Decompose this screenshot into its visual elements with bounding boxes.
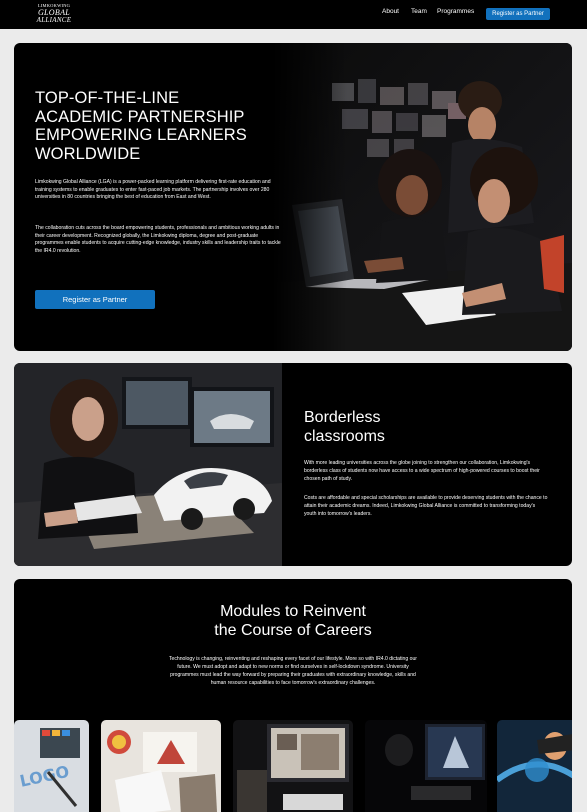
borderless-classrooms-section: Borderless classrooms With more leading … xyxy=(14,363,572,566)
modules-title-line: Modules to Reinvent xyxy=(220,603,366,620)
hero-paragraph-collaboration: The collaboration cuts across the board … xyxy=(35,225,281,254)
top-navbar: LIMKOKWING GLOBAL ALLIANCE About Team Pr… xyxy=(0,0,587,29)
nav-link-programmes[interactable]: Programmes xyxy=(437,8,474,15)
register-partner-button[interactable]: Register as Partner xyxy=(35,290,155,309)
module-thumb-logo-design[interactable]: LOGO xyxy=(14,720,89,812)
nav-link-about[interactable]: About xyxy=(382,8,399,15)
modules-title-line: the Course of Careers xyxy=(214,622,372,640)
module-thumb-color-sketch[interactable] xyxy=(101,720,221,812)
hero-paragraph-intro: Limkokwing Global Alliance (LGA) is a po… xyxy=(35,179,271,201)
hero-students-photo xyxy=(272,43,572,351)
modules-paragraph: Technology is changing, reinventing and … xyxy=(168,656,418,686)
hero-title-line: WORLDWIDE xyxy=(35,144,141,163)
nav-link-team[interactable]: Team xyxy=(411,8,427,15)
hero-title: TOP-OF-THE-LINE ACADEMIC PARTNERSHIP EMP… xyxy=(35,89,265,164)
module-thumb-3d-modeling[interactable] xyxy=(365,720,487,812)
student-car-model-photo xyxy=(14,363,282,566)
hero-title-line: TOP-OF-THE-LINE xyxy=(35,89,180,107)
logo[interactable]: LIMKOKWING GLOBAL ALLIANCE xyxy=(34,3,74,24)
hero-title-line: EMPOWERING LEARNERS xyxy=(35,126,247,145)
modules-title: Modules to Reinvent the Course of Career… xyxy=(14,602,572,640)
borderless-title-line: classrooms xyxy=(304,428,385,446)
borderless-paragraph-scholarships: Costs are affordable and special scholar… xyxy=(304,495,548,517)
logo-line-3: ALLIANCE xyxy=(36,15,72,24)
hero-title-line: ACADEMIC PARTNERSHIP xyxy=(35,107,245,126)
modules-section: Modules to Reinvent the Course of Career… xyxy=(14,579,572,812)
module-thumb-design-studio[interactable] xyxy=(233,720,353,812)
register-partner-nav-button[interactable]: Register as Partner xyxy=(486,8,550,20)
borderless-title-line: Borderless xyxy=(304,409,381,426)
module-thumb-vr-experience[interactable] xyxy=(497,720,572,812)
hero-section: TOP-OF-THE-LINE ACADEMIC PARTNERSHIP EMP… xyxy=(14,43,572,351)
borderless-title: Borderless classrooms xyxy=(304,408,385,446)
module-thumbnails: LOGO xyxy=(14,720,572,812)
borderless-paragraph-universities: With more leading universities across th… xyxy=(304,460,540,482)
